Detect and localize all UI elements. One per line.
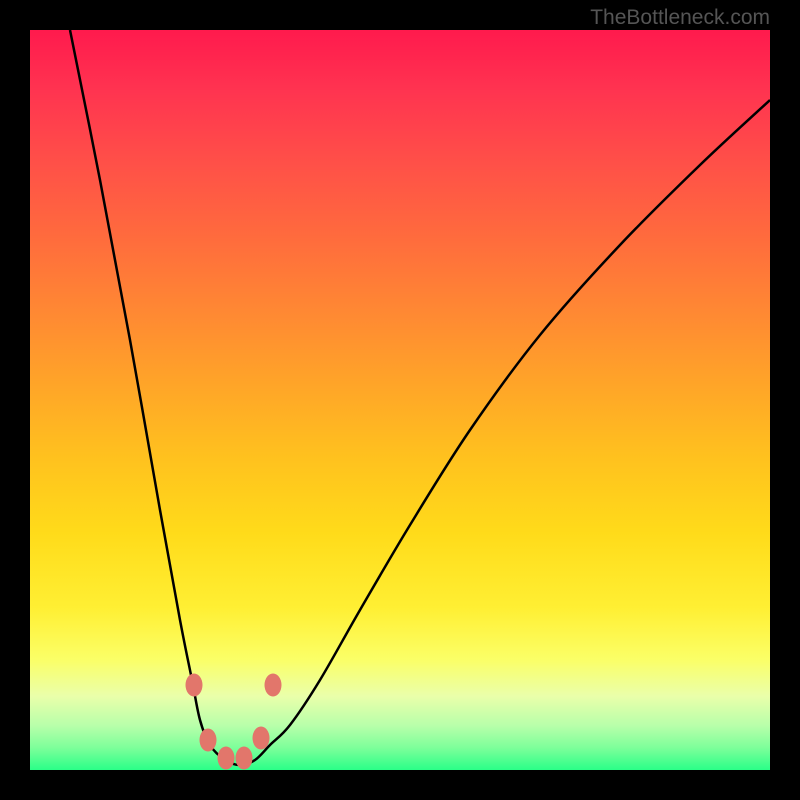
marker-dot (236, 747, 253, 770)
marker-dot (186, 674, 203, 697)
marker-dot (218, 747, 235, 770)
marker-dot (200, 729, 217, 752)
chart-svg (30, 30, 770, 770)
marker-dot (265, 674, 282, 697)
bottleneck-curve (70, 30, 770, 765)
marker-dot (253, 727, 270, 750)
watermark-text: TheBottleneck.com (590, 6, 770, 30)
chart-container (30, 30, 770, 770)
